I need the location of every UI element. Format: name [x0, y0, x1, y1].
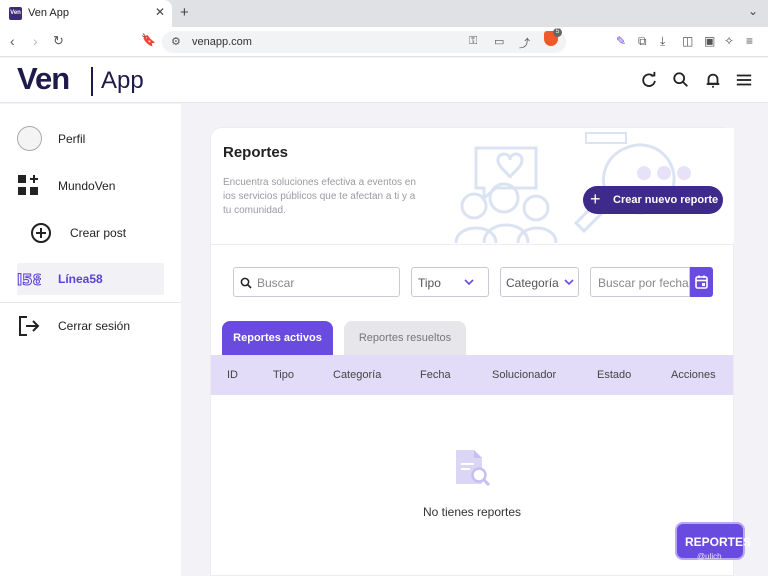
column-header-fecha: Fecha: [420, 369, 451, 381]
tab-reportes-activos[interactable]: Reportes activos: [222, 321, 333, 355]
wallet-icon[interactable]: ▣: [704, 34, 715, 48]
page-title: Reportes: [223, 144, 289, 161]
app-header: Ven App: [0, 58, 768, 103]
sidebar-item-crear-post[interactable]: Crear post: [29, 217, 176, 249]
logout-icon: [19, 316, 40, 336]
table-header: ID Tipo Categoría Fecha Solucionador Est…: [211, 355, 733, 395]
chevron-down-icon: [564, 279, 574, 286]
extensions-icon[interactable]: ⧉: [638, 34, 647, 49]
linea58-logo-icon: l58: [17, 271, 41, 290]
tipo-select[interactable]: Tipo: [411, 267, 489, 297]
column-header-id: ID: [227, 369, 238, 381]
key-icon[interactable]: ⚿: [469, 35, 477, 48]
sidebar-toggle-icon[interactable]: ◫: [682, 34, 693, 48]
brave-badge: 5: [553, 28, 562, 37]
tab-list-chevron-icon[interactable]: ⌄: [748, 4, 758, 18]
categoria-select[interactable]: Categoría: [500, 267, 579, 297]
search-icon[interactable]: [672, 71, 690, 89]
bookmark-icon[interactable]: 🔖: [141, 33, 156, 47]
hamburger-menu-icon[interactable]: [735, 71, 753, 89]
cast-icon[interactable]: ▭: [494, 35, 504, 48]
column-header-solucionador: Solucionador: [492, 369, 557, 381]
leo-icon[interactable]: ✎: [616, 34, 626, 48]
create-report-label: Crear nuevo reporte: [613, 194, 719, 206]
logo-main: Ven: [17, 61, 70, 96]
page-description: Encuentra soluciones efectiva a eventos …: [223, 177, 416, 216]
chevron-down-icon: [464, 279, 474, 286]
column-header-categoria: Categoría: [333, 369, 382, 381]
site-settings-icon[interactable]: ⚙: [171, 35, 181, 48]
create-report-button[interactable]: + Crear nuevo reporte: [583, 186, 723, 214]
sidebar-item-mundoven[interactable]: MundoVen: [17, 170, 164, 202]
sidebar-item-cerrar-sesion[interactable]: Cerrar sesión: [17, 310, 164, 342]
date-field[interactable]: Buscar por fecha: [590, 267, 690, 297]
reload-icon[interactable]: ↻: [53, 33, 64, 49]
logo-divider: [91, 67, 93, 96]
back-icon[interactable]: ‹: [10, 33, 15, 49]
column-header-acciones: Acciones: [671, 369, 716, 381]
tab-title: Ven App: [28, 7, 69, 19]
tab-reportes-resueltos[interactable]: Reportes resueltos: [344, 321, 466, 355]
calendar-button[interactable]: [690, 267, 713, 297]
bell-icon[interactable]: [704, 71, 722, 89]
sidebar-item-label: Perfil: [58, 132, 86, 146]
sidebar-item-label: MundoVen: [58, 179, 116, 193]
column-header-tipo: Tipo: [273, 369, 294, 381]
browser-toolbar: ‹ › ↻ 🔖 ⚙ venapp.com ⚿ ▭ ⤴ 5 ✎ ⧉ ⤓ ◫ ▣ ✧…: [0, 27, 768, 57]
url-text: venapp.com: [192, 36, 252, 48]
categoria-select-value: Categoría: [506, 276, 559, 290]
search-icon: [240, 277, 252, 289]
reports-card: Reportes Encuentra soluciones efectiva a…: [210, 127, 734, 576]
tipo-select-value: Tipo: [418, 276, 441, 290]
calendar-icon: [695, 275, 708, 289]
sidebar-item-label: Línea58: [58, 272, 103, 286]
document-search-icon: [456, 450, 491, 487]
avatar: [17, 126, 42, 151]
empty-state-text: No tienes reportes: [422, 505, 522, 519]
tab-close-icon[interactable]: ✕: [155, 5, 165, 19]
new-tab-icon[interactable]: +: [180, 4, 189, 21]
logo-sub: App: [101, 67, 144, 94]
floating-label: REPORTES: [685, 535, 752, 549]
menu-icon[interactable]: ≡: [746, 34, 753, 48]
sidebar-item-linea58[interactable]: l58 Línea58: [17, 263, 164, 295]
forward-icon[interactable]: ›: [33, 33, 38, 49]
share-icon[interactable]: ⤴: [519, 35, 530, 51]
column-header-estado: Estado: [597, 369, 632, 381]
sidebar: Perfil MundoVen Crear post l58 Línea58 C…: [0, 104, 181, 576]
svg-text:l58: l58: [17, 271, 41, 289]
plus-icon: +: [590, 189, 601, 209]
card-divider: [211, 244, 733, 245]
reportes-floating-button[interactable]: REPORTES @ulich: [675, 522, 751, 561]
sidebar-item-label: Crear post: [70, 226, 127, 240]
tab-favicon: Ven: [9, 7, 22, 20]
sidebar-item-label: Cerrar sesión: [58, 319, 131, 333]
download-icon[interactable]: ⤓: [660, 34, 665, 49]
refresh-icon[interactable]: [640, 71, 658, 89]
search-field[interactable]: Buscar: [233, 267, 400, 297]
browser-tabstrip: Ven Ven App ✕ + ⌄: [0, 0, 768, 27]
address-bar[interactable]: ⚙ venapp.com ⚿ ▭ ⤴: [162, 31, 566, 53]
sidebar-item-perfil[interactable]: Perfil: [17, 123, 164, 155]
add-circle-icon: [31, 223, 51, 243]
floating-sublabel: @ulich: [697, 552, 722, 561]
rewards-icon[interactable]: ✧: [724, 34, 734, 48]
browser-tab[interactable]: Ven Ven App ✕: [0, 0, 172, 27]
date-input: Buscar por fecha: [598, 276, 689, 290]
grid-plus-icon: [18, 175, 38, 195]
search-input: Buscar: [257, 276, 295, 290]
sidebar-divider: [0, 302, 181, 303]
